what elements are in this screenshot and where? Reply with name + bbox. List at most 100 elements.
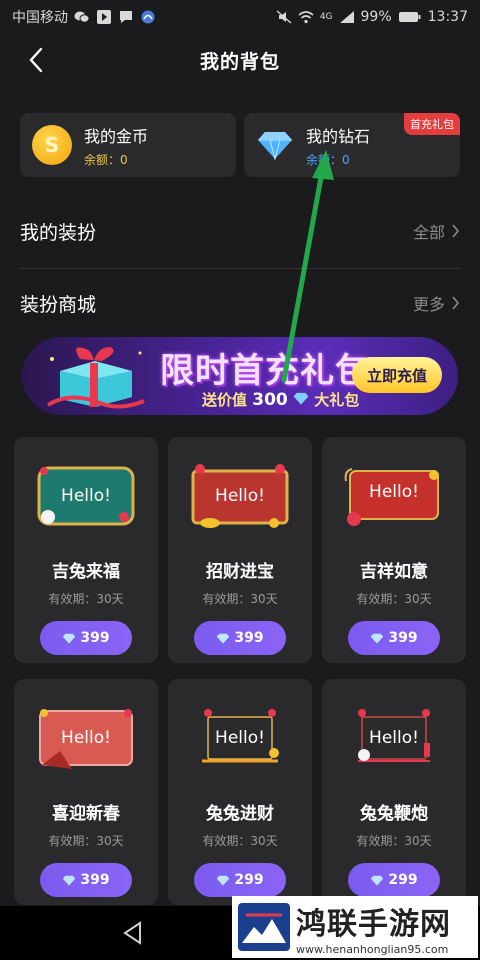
item-name: 兔兔进财 <box>206 804 274 824</box>
item-name: 招财进宝 <box>206 562 274 582</box>
banner-sub-prefix: 送价值 <box>202 391 248 409</box>
frame-text: Hello! <box>369 728 419 748</box>
buy-button[interactable]: 299 <box>194 863 286 897</box>
outfit-frame-preview: Hello! <box>190 461 290 531</box>
outfit-grid: Hello! 吉兔来福 有效期：30天 399 Hello! 招财进宝 有效期：… <box>14 437 466 905</box>
diamond-title: 我的钻石 <box>306 126 371 146</box>
chevron-right-icon <box>452 224 460 238</box>
diamond-balance-card[interactable]: 我的钻石 余额：0 首充礼包 <box>244 113 460 177</box>
outfit-card[interactable]: Hello! 兔兔进财 有效期：30天 299 <box>168 679 312 905</box>
coin-balance-label: 余额： <box>84 152 121 167</box>
diamond-icon <box>63 633 76 644</box>
battery-percent: 99% <box>360 9 392 25</box>
network-type: 4G <box>319 12 333 22</box>
item-price: 299 <box>388 872 418 888</box>
coin-balance-card[interactable]: S 我的金币 余额：0 <box>20 113 236 177</box>
banner-sub-amount: 300 <box>252 390 288 410</box>
diamond-icon <box>371 875 384 886</box>
outfit-frame-preview: Hello! <box>190 703 290 773</box>
frame-text: Hello! <box>61 728 111 748</box>
first-recharge-banner[interactable]: 限时首充礼包 送价值 300 大礼包 立即充值 <box>22 337 458 415</box>
item-name: 喜迎新春 <box>52 804 120 824</box>
diamond-icon <box>371 633 384 644</box>
status-bar: 中国移动 4G 99% 13:37 <box>0 0 480 34</box>
first-recharge-badge: 首充礼包 <box>404 113 460 135</box>
buy-button[interactable]: 399 <box>348 621 440 655</box>
item-validity: 有效期：30天 <box>48 592 124 606</box>
item-validity: 有效期：30天 <box>356 834 432 848</box>
signal-icon <box>339 10 355 24</box>
banner-title: 限时首充礼包 <box>160 351 370 391</box>
site-watermark: 鸿联手游网 www.henanhonglian95.com <box>232 896 478 958</box>
outfit-card[interactable]: Hello! 吉兔来福 有效期：30天 399 <box>14 437 158 663</box>
nav-back-icon[interactable] <box>120 920 146 946</box>
outfit-frame-preview: Hello! <box>36 703 136 773</box>
item-price: 299 <box>234 872 264 888</box>
buy-button[interactable]: 399 <box>194 621 286 655</box>
wechat-icon <box>74 10 90 24</box>
app-header: 我的背包 <box>0 34 480 86</box>
gold-coin-icon: S <box>32 125 72 165</box>
frame-text: Hello! <box>369 482 419 502</box>
item-validity: 有效期：30天 <box>356 592 432 606</box>
item-price: 399 <box>80 630 110 646</box>
diamond-balance-value: 0 <box>342 152 350 167</box>
buy-button[interactable]: 399 <box>40 863 132 897</box>
carrier-name: 中国移动 <box>12 10 68 26</box>
back-button[interactable] <box>22 46 50 74</box>
outfit-shop-label: 装扮商城 <box>20 293 97 316</box>
diamond-icon <box>217 875 230 886</box>
my-outfits-row[interactable]: 我的装扮 全部 <box>20 196 460 266</box>
my-outfits-label: 我的装扮 <box>20 221 97 244</box>
view-more-link[interactable]: 更多 <box>413 291 445 315</box>
battery-icon <box>398 10 422 24</box>
buy-button[interactable]: 399 <box>40 621 132 655</box>
clock: 13:37 <box>427 9 468 25</box>
item-name: 吉祥如意 <box>360 562 428 582</box>
app-badge-icon <box>140 10 156 24</box>
media-app-icon <box>96 10 112 24</box>
frame-text: Hello! <box>61 486 111 506</box>
outfit-frame-preview: Hello! <box>344 703 444 773</box>
item-name: 兔兔鞭炮 <box>360 804 428 824</box>
outfit-card[interactable]: Hello! 吉祥如意 有效期：30天 399 <box>322 437 466 663</box>
watermark-url: www.henanhonglian95.com <box>296 942 449 956</box>
chevron-right-icon <box>452 296 460 310</box>
item-validity: 有效期：30天 <box>48 834 124 848</box>
diamond-icon <box>256 126 294 164</box>
wifi-icon <box>298 10 314 24</box>
coin-title: 我的金币 <box>84 126 149 146</box>
outfit-frame-preview: Hello! <box>344 461 444 531</box>
item-validity: 有效期：30天 <box>202 592 278 606</box>
diamond-icon <box>217 633 230 644</box>
diamond-balance-label: 余额： <box>306 152 343 167</box>
coin-balance-value: 0 <box>120 152 128 167</box>
outfit-shop-row[interactable]: 装扮商城 更多 <box>20 268 460 338</box>
item-name: 吉兔来福 <box>52 562 120 582</box>
outfit-card[interactable]: Hello! 兔兔鞭炮 有效期：30天 299 <box>322 679 466 905</box>
outfit-frame-preview: Hello! <box>36 461 136 531</box>
banner-subtitle: 送价值 300 大礼包 <box>202 389 359 410</box>
page-title: 我的背包 <box>199 50 280 73</box>
recharge-now-button[interactable]: 立即充值 <box>352 357 442 393</box>
outfit-card[interactable]: Hello! 招财进宝 有效期：30天 399 <box>168 437 312 663</box>
outfit-card[interactable]: Hello! 喜迎新春 有效期：30天 399 <box>14 679 158 905</box>
diamond-icon <box>63 875 76 886</box>
watermark-logo <box>238 903 290 951</box>
frame-text: Hello! <box>215 486 265 506</box>
watermark-title: 鸿联手游网 <box>296 906 451 942</box>
banner-sub-suffix: 大礼包 <box>314 391 360 409</box>
item-validity: 有效期：30天 <box>202 834 278 848</box>
chevron-left-icon <box>29 47 43 73</box>
gift-box-icon <box>46 347 145 409</box>
message-icon <box>118 10 134 24</box>
item-price: 399 <box>388 630 418 646</box>
item-price: 399 <box>234 630 264 646</box>
view-all-link[interactable]: 全部 <box>413 219 445 243</box>
item-price: 399 <box>80 872 110 888</box>
buy-button[interactable]: 299 <box>348 863 440 897</box>
frame-text: Hello! <box>215 728 265 748</box>
balance-row: S 我的金币 余额：0 我的钻石 余额：0 首充礼包 <box>20 113 460 177</box>
mute-icon <box>276 10 292 24</box>
diamond-icon <box>293 392 309 405</box>
